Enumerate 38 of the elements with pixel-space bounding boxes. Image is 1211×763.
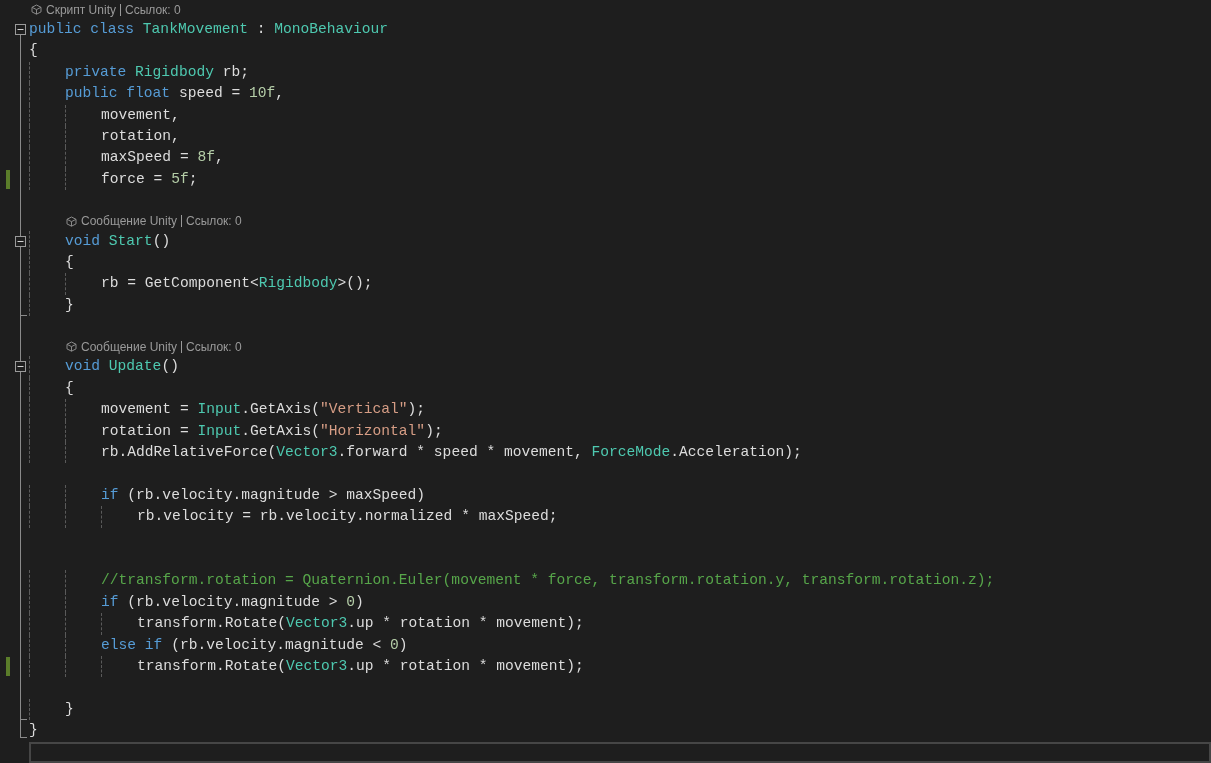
cube-icon — [66, 341, 78, 353]
code-line: movement = Input.GetAxis("Vertical"); — [29, 399, 426, 421]
code-line: } — [29, 721, 38, 741]
code-lens-text[interactable]: Ссылок: 0 — [181, 340, 242, 353]
collapse-icon[interactable] — [15, 361, 26, 373]
code-line: public float speed = 10f, — [29, 83, 284, 105]
code-lens-text[interactable]: Ссылок: 0 — [119, 3, 181, 16]
cube-icon — [31, 4, 42, 15]
cube-icon — [66, 215, 78, 227]
code-line: force = 5f; — [29, 168, 198, 191]
code-line: void Start() — [29, 230, 171, 252]
code-lens-text[interactable]: Ссылок: 0 — [181, 215, 242, 227]
code-line: //transform.rotation = Quaternion.Euler(movement * force, transform.rotation.y, transform.rotation.z); — [29, 570, 995, 592]
code-lens-text[interactable]: Сообщение Unity — [81, 339, 177, 354]
code-line: } — [29, 698, 74, 721]
code-lens-text[interactable]: Сообщение Unity — [81, 214, 177, 228]
code-lens-text[interactable]: Скрипт Unity — [46, 2, 116, 17]
code-line: rb.AddRelativeForce(Vector3.forward * speed * movement, ForceMode.Acceleration); — [29, 442, 802, 464]
code-line: if (rb.velocity.magnitude > maxSpeed) — [29, 484, 426, 507]
code-line: maxSpeed = 8f, — [29, 147, 224, 169]
code-line: public class TankMovement : MonoBehaviour — [29, 20, 389, 39]
code-line: if (rb.velocity.magnitude > 0) — [29, 591, 364, 614]
code-line: } — [29, 294, 74, 317]
code-line: { — [29, 41, 38, 61]
code-line: { — [29, 251, 74, 274]
collapse-icon[interactable] — [15, 24, 26, 35]
code-line: void Update() — [29, 356, 179, 378]
code-line: else if (rb.velocity.magnitude < 0) — [29, 634, 408, 656]
code-line: rb = GetComponent<Rigidbody>(); — [29, 273, 373, 295]
code-line: rotation = Input.GetAxis("Horizontal"); — [29, 420, 443, 443]
code-line: rotation, — [29, 125, 180, 148]
code-line: private Rigidbody rb; — [29, 61, 249, 84]
collapse-icon[interactable] — [15, 235, 26, 247]
code-line: { — [29, 377, 74, 400]
code-line: transform.Rotate(Vector3.up * rotation * movement); — [29, 613, 584, 635]
code-line: rb.velocity = rb.velocity.normalized * maxSpeed; — [29, 506, 558, 528]
code-line: transform.Rotate(Vector3.up * rotation * movement); — [29, 655, 584, 678]
code-line: movement, — [29, 104, 180, 126]
